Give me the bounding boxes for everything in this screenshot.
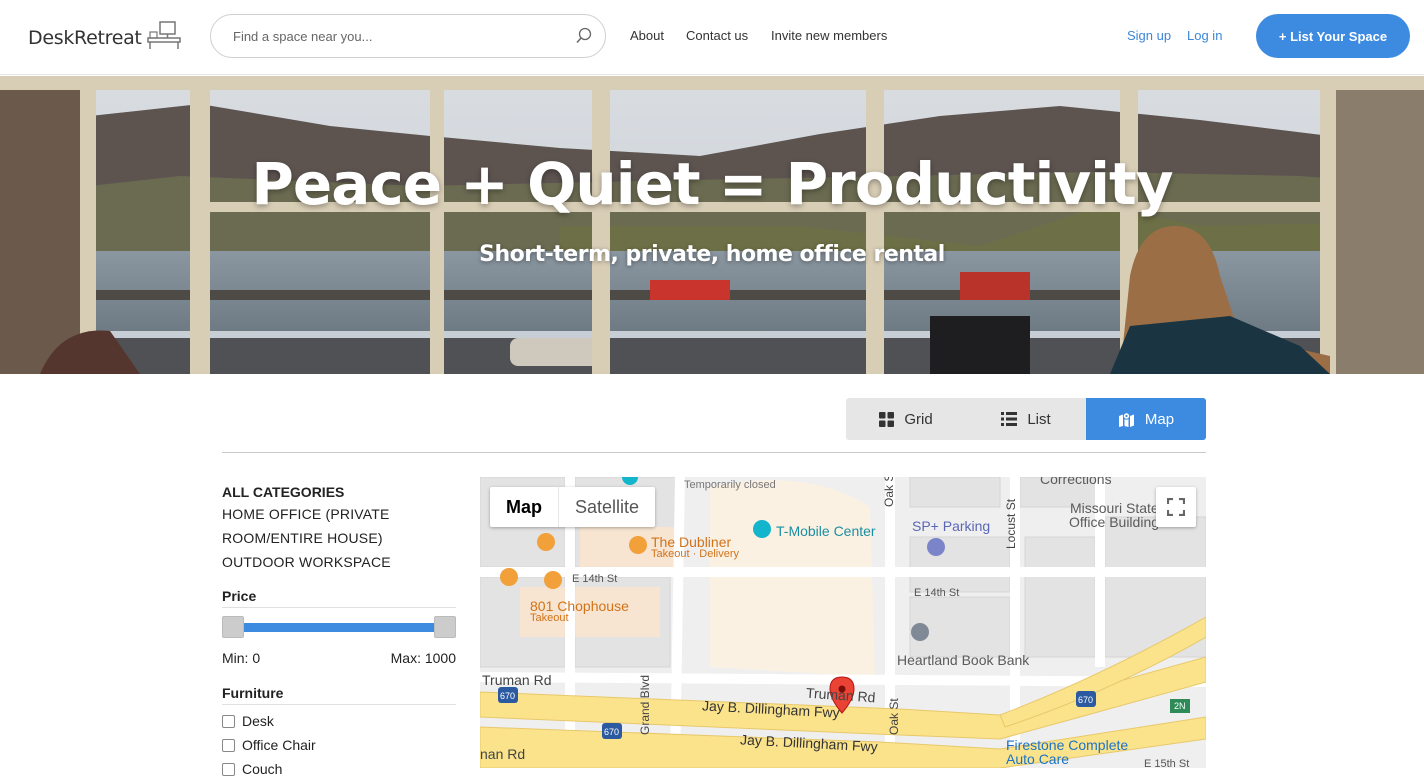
map-label[interactable]: Heartland Book Bank: [897, 652, 1029, 668]
highway-shield: 670: [604, 727, 620, 737]
map-label: Auto Care: [1006, 751, 1070, 767]
nav-about[interactable]: About: [630, 28, 664, 43]
highway-shield: 670: [1078, 695, 1094, 705]
list-your-space-button[interactable]: + List Your Space: [1256, 14, 1410, 58]
map-label: Grand Blvd: [638, 674, 652, 735]
hero-image: [0, 76, 1424, 374]
list-view-button[interactable]: List: [966, 398, 1086, 440]
price-slider-range: [232, 623, 446, 632]
map-icon: [1118, 411, 1134, 427]
map-type-control: Map Satellite: [490, 487, 656, 527]
signup-link[interactable]: Sign up: [1127, 28, 1171, 43]
price-slider[interactable]: [222, 616, 456, 638]
furniture-option-label: Desk: [242, 713, 274, 729]
furniture-option-desk[interactable]: Desk: [222, 709, 456, 733]
list-view-label: List: [1027, 410, 1051, 428]
furniture-option-couch[interactable]: Couch: [222, 757, 456, 781]
map-label: Corrections: [1040, 477, 1112, 487]
map-label: Oak St: [887, 698, 901, 735]
map-label: Locust St: [1004, 498, 1018, 549]
search-icon[interactable]: [575, 27, 593, 50]
view-toggle: Grid List Map: [846, 398, 1206, 440]
login-link[interactable]: Log in: [1187, 28, 1222, 43]
furniture-option-office-chair[interactable]: Office Chair: [222, 733, 456, 757]
map-view-label: Map: [1144, 410, 1175, 428]
grid-icon: [879, 411, 895, 427]
desk-icon: [146, 20, 182, 55]
logo[interactable]: DeskRetreat: [28, 20, 182, 55]
price-max-label: Max: 1000: [390, 650, 456, 666]
grid-view-button[interactable]: Grid: [846, 398, 966, 440]
map-label: E 14th St: [572, 573, 618, 585]
hero-subtitle: Short-term, private, home office rental: [479, 242, 945, 267]
map-type-satellite-button[interactable]: Satellite: [559, 487, 655, 527]
map-label: E 15th St: [1144, 758, 1190, 768]
grid-view-label: Grid: [904, 410, 933, 428]
logo-text: DeskRetreat: [28, 26, 142, 49]
category-outdoor[interactable]: OUTDOOR WORKSPACE: [222, 550, 392, 574]
site-header: DeskRetreat About Contact us Invite new …: [0, 0, 1424, 75]
exit-sign: 2N: [1174, 701, 1186, 711]
filters-sidebar: ALL CATEGORIES HOME OFFICE (PRIVATE ROOM…: [222, 480, 456, 777]
map-view[interactable]: Temporarily closed Corrections The Dubli…: [480, 477, 1206, 768]
map-label: Office Building: [1069, 514, 1160, 530]
price-max-handle[interactable]: [434, 616, 456, 638]
map-type-map-button[interactable]: Map: [490, 487, 558, 527]
nav-invite[interactable]: Invite new members: [771, 28, 887, 43]
search-box: [210, 14, 606, 58]
office-chair-checkbox[interactable]: [222, 738, 235, 752]
list-icon: [1001, 412, 1018, 426]
category-home-office[interactable]: HOME OFFICE (PRIVATE ROOM/ENTIRE HOUSE): [222, 502, 392, 550]
furniture-title: Furniture: [222, 685, 456, 705]
divider: [222, 452, 1206, 453]
price-title: Price: [222, 588, 456, 608]
map-view-button[interactable]: Map: [1086, 398, 1206, 440]
couch-checkbox[interactable]: [222, 762, 235, 776]
desk-checkbox[interactable]: [222, 714, 235, 728]
highway-shield: 670: [500, 691, 516, 701]
price-filter: Price Min: 0 Max: 1000: [222, 588, 456, 666]
price-range-values: Min: 0 Max: 1000: [222, 650, 456, 666]
map-label: Takeout · Delivery: [651, 548, 740, 560]
map-label: nan Rd: [480, 746, 526, 762]
map-label: Truman Rd: [482, 672, 552, 688]
furniture-option-label: Couch: [242, 761, 283, 777]
furniture-option-label: Office Chair: [242, 737, 316, 753]
map-label[interactable]: SP+ Parking: [912, 518, 990, 534]
hero-title: Peace + Quiet = Productivity: [251, 150, 1173, 218]
fullscreen-icon: [1167, 498, 1185, 516]
map-label: Oak St: [882, 477, 896, 507]
category-all[interactable]: ALL CATEGORIES: [222, 482, 456, 502]
map-label: Takeout: [530, 612, 569, 624]
hero-banner: Peace + Quiet = Productivity Short-term,…: [0, 76, 1424, 374]
price-min-handle[interactable]: [222, 616, 244, 638]
map-label[interactable]: T-Mobile Center: [776, 523, 876, 539]
search-input[interactable]: [233, 25, 563, 47]
furniture-filter: Furniture Desk Office Chair Couch: [222, 685, 456, 781]
map-label: Temporarily closed: [684, 479, 776, 491]
price-min-label: Min: 0: [222, 650, 261, 666]
fullscreen-button[interactable]: [1156, 487, 1196, 527]
map-label: E 14th St: [914, 587, 960, 599]
nav-contact[interactable]: Contact us: [686, 28, 748, 43]
